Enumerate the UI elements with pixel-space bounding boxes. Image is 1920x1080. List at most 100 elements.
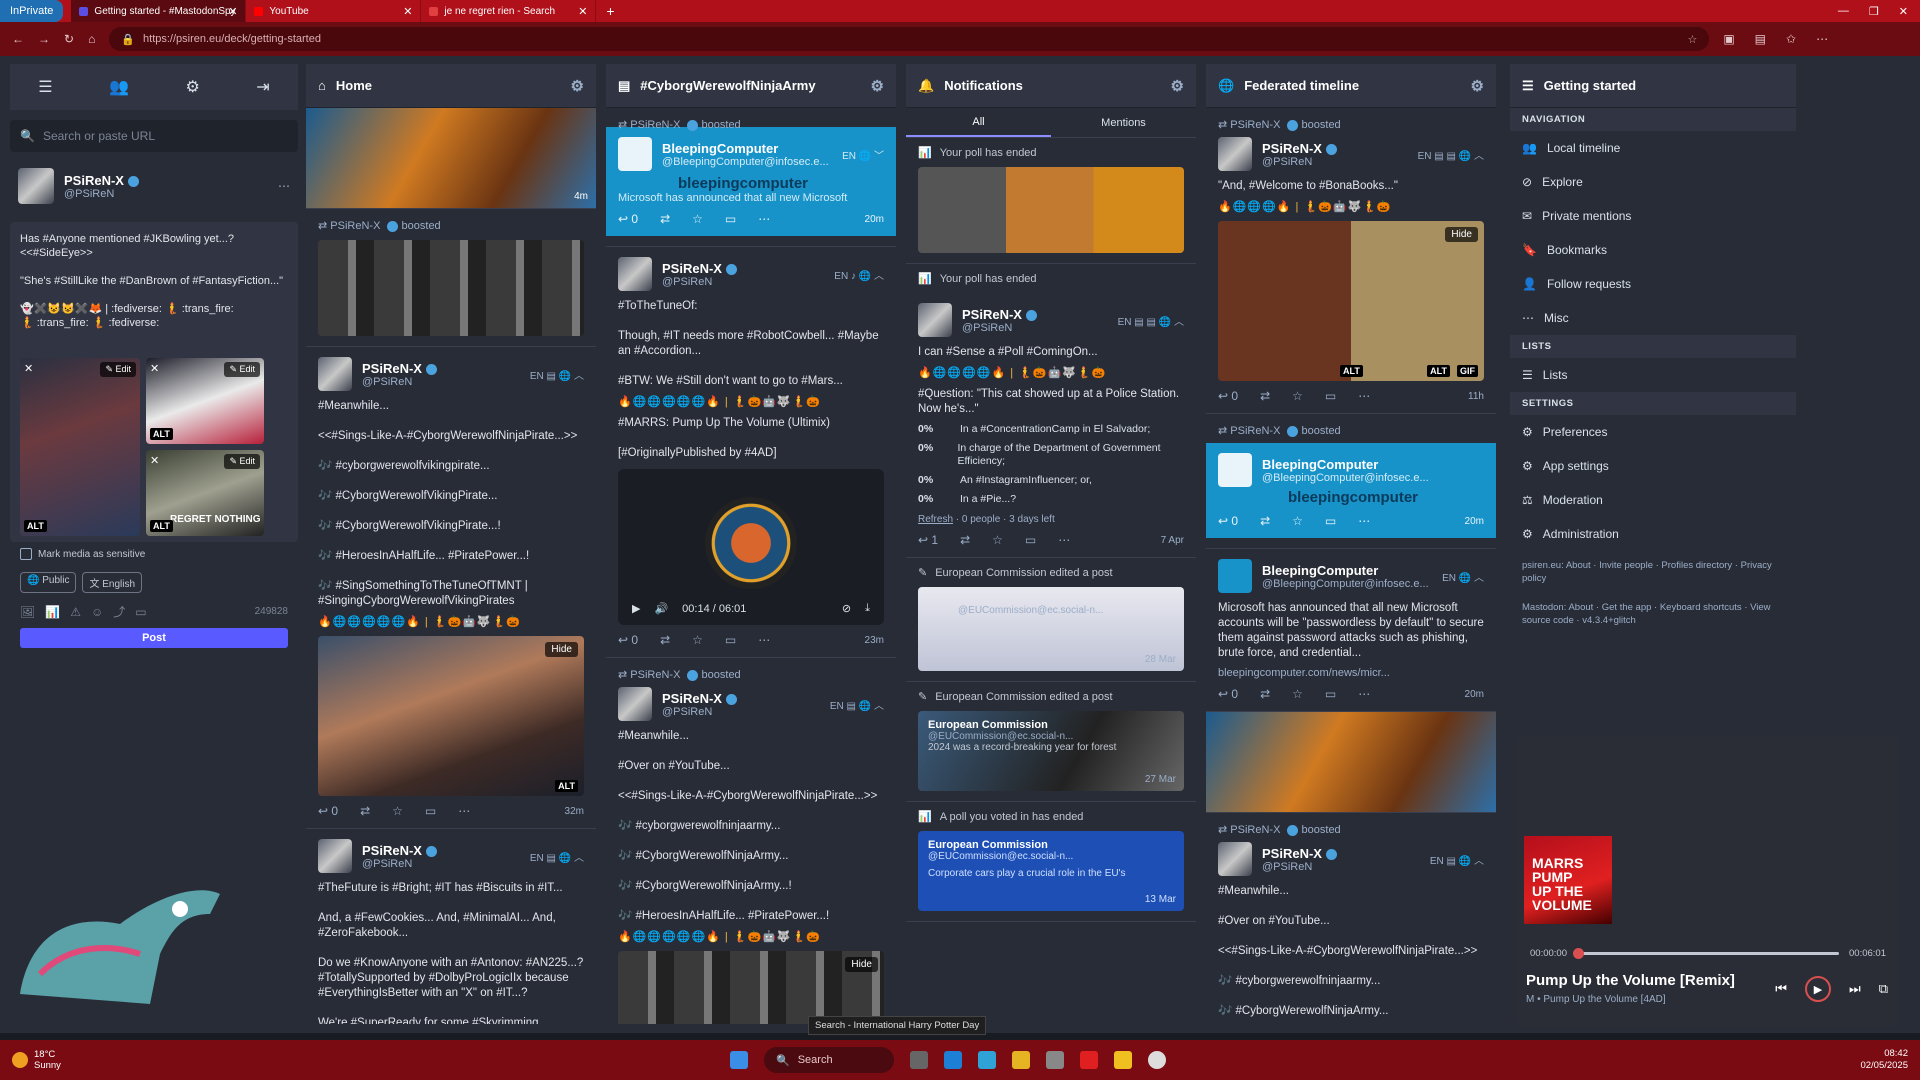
media-thumb[interactable]: ✕ ✎ Edit ALT — [146, 358, 264, 444]
more-button[interactable]: ⋯ — [1058, 533, 1070, 547]
more-button[interactable]: ⋯ — [1358, 389, 1370, 403]
status[interactable]: ⇄ PSiReN-X boosted PSiReN-X @PSiReN EN ▤… — [1206, 108, 1496, 414]
more-button[interactable]: ⋯ — [1358, 514, 1370, 528]
nav-administration[interactable]: ⚙ Administration — [1510, 517, 1796, 551]
display-name[interactable]: BleepingComputer — [662, 141, 829, 156]
nav-app-settings[interactable]: ⚙ App settings — [1510, 449, 1796, 483]
avatar[interactable] — [1218, 137, 1252, 171]
avatar[interactable] — [18, 168, 54, 204]
media-image[interactable]: Hide ALT ALT GIF — [1218, 221, 1484, 381]
nav-moderation[interactable]: ⚖ Moderation — [1510, 483, 1796, 517]
nav-follow-requests[interactable]: 👤 Follow requests — [1510, 267, 1796, 301]
tab-mentions[interactable]: Mentions — [1051, 108, 1196, 137]
app-icon[interactable] — [1080, 1051, 1098, 1069]
media-image[interactable]: Hide ALT — [318, 636, 584, 796]
media-image[interactable]: Hide — [618, 951, 884, 1024]
emoji-icon[interactable]: ☺ — [91, 605, 103, 619]
avatar[interactable] — [918, 303, 952, 337]
avatar[interactable] — [318, 839, 352, 873]
more-icon[interactable]: ⋯ — [1816, 32, 1828, 46]
remove-media-icon[interactable]: ✕ — [24, 362, 33, 375]
reply-button[interactable]: ↩ 0 — [1218, 687, 1238, 701]
reply-button[interactable]: ↩ 0 — [318, 804, 338, 818]
reply-button[interactable]: ↩ 1 — [918, 533, 938, 547]
avatar[interactable] — [1218, 842, 1252, 876]
progress-track[interactable] — [1572, 948, 1840, 959]
display-name[interactable]: PSiReN-X — [962, 307, 1022, 322]
edit-media-button[interactable]: ✎ Edit — [100, 362, 136, 377]
favourite-button[interactable]: ☆ — [1292, 687, 1303, 701]
bleeping-card[interactable]: BleepingComputer @BleepingComputer@infos… — [606, 127, 896, 236]
remove-media-icon[interactable]: ✕ — [150, 362, 159, 375]
sensitive-checkbox[interactable] — [20, 548, 32, 560]
display-name[interactable]: BleepingComputer — [1262, 563, 1429, 578]
popout-icon[interactable]: ⧉ — [1879, 981, 1888, 997]
address-bar[interactable]: 🔒 https://psiren.eu/deck/getting-started… — [109, 27, 1710, 51]
volume-icon[interactable]: 🔊 — [654, 602, 668, 615]
more-button[interactable]: ⋯ — [758, 212, 770, 226]
media-image[interactable] — [918, 167, 1184, 253]
media-app-icon[interactable] — [1148, 1051, 1166, 1069]
column-header[interactable]: 🌐 Federated timeline ⚙ — [1206, 64, 1496, 108]
favourite-button[interactable]: ☆ — [1292, 389, 1303, 403]
status[interactable]: PSiReN-X @PSiReN EN ♪ 🌐 ︿ #ToTheTuneOf: … — [606, 247, 896, 658]
collections-icon[interactable]: ▤ — [1755, 32, 1766, 46]
taskbar-search[interactable]: 🔍 Search — [764, 1047, 894, 1073]
media-thumb[interactable]: ✕ ✎ Edit ALT — [20, 358, 140, 536]
extension-icon[interactable]: ▣ — [1723, 32, 1734, 46]
bookmark-icon[interactable]: ▭ — [135, 605, 146, 619]
status[interactable]: ⇄ PSiReN-X boosted PSiReN-X @PSiReN EN ▤… — [1206, 813, 1496, 1024]
hide-media-button[interactable]: Hide — [545, 642, 578, 657]
boost-button[interactable]: ⇄ — [360, 804, 370, 818]
warning-icon[interactable]: ⚠ — [70, 605, 81, 619]
column-header[interactable]: ▤ #CyborgWerewolfNinjaArmy ⚙ — [606, 64, 896, 108]
windows-start-icon[interactable] — [730, 1051, 748, 1069]
bookmark-button[interactable]: ▭ — [425, 804, 436, 818]
media-image[interactable]: European Commission @EUCommission@ec.soc… — [918, 711, 1184, 791]
status[interactable]: PSiReN-X @PSiReN EN ▤ ▤ 🌐 ︿ I can #Sense… — [906, 293, 1196, 558]
download-icon[interactable]: ⤓ — [865, 602, 870, 615]
media-image[interactable]: @EUCommission@ec.social-n... 28 Mar — [918, 587, 1184, 671]
status[interactable]: ⇄ PSiReN-X boosted — [306, 209, 596, 347]
refresh-icon[interactable]: ↻ — [64, 32, 74, 46]
avatar[interactable] — [318, 357, 352, 391]
bookmark-button[interactable]: ▭ — [1325, 687, 1336, 701]
favourite-button[interactable]: ☆ — [992, 533, 1003, 547]
search-input[interactable]: 🔍 Search or paste URL — [10, 120, 298, 152]
avatar[interactable] — [618, 137, 652, 171]
favorite-star-icon[interactable]: ☆ — [1687, 33, 1697, 46]
post-button[interactable]: Post — [20, 628, 288, 648]
browser-tab-youtube[interactable]: YouTube ✕ — [246, 0, 422, 22]
back-icon[interactable]: ← — [12, 32, 24, 46]
bookmark-button[interactable]: ▭ — [1325, 389, 1336, 403]
app-icon[interactable] — [1046, 1051, 1064, 1069]
upload-icon[interactable]: 🖼 — [20, 605, 35, 619]
column-header[interactable]: 🔔 Notifications ⚙ — [906, 64, 1196, 108]
task-view-icon[interactable] — [910, 1051, 928, 1069]
nav-local-timeline[interactable]: 👥 Local timeline — [1510, 131, 1796, 165]
play-button[interactable]: ▶ — [1805, 976, 1831, 1002]
play-icon[interactable]: ▶ — [632, 602, 640, 615]
boost-button[interactable]: ⇄ — [1260, 514, 1270, 528]
compose-textarea[interactable]: Has #Anyone mentioned #JKBowling yet...?… — [20, 232, 288, 352]
media-image[interactable] — [318, 240, 584, 336]
column-settings-icon[interactable]: ⚙ — [571, 77, 584, 95]
close-icon[interactable]: ✕ — [228, 5, 237, 18]
maximize-icon[interactable]: ❐ — [1869, 5, 1879, 18]
refresh-link[interactable]: Refresh — [918, 514, 953, 525]
nav-private-mentions[interactable]: ✉ Private mentions — [1510, 199, 1796, 233]
share-icon[interactable]: ⤴ — [113, 603, 125, 620]
bookmark-button[interactable]: ▭ — [725, 212, 736, 226]
status[interactable] — [906, 167, 1196, 264]
reply-button[interactable]: ↩ 0 — [1218, 514, 1238, 528]
status[interactable]: ⇄ PSiReN-X boosted PSiReN-X @PSiReN EN ▤… — [606, 658, 896, 1024]
status[interactable]: European Commission @EUCommission@ec.soc… — [906, 831, 1196, 922]
display-name[interactable]: PSiReN-X — [1262, 141, 1322, 156]
status[interactable]: European Commission @EUCommission@ec.soc… — [906, 711, 1196, 802]
avatar[interactable] — [618, 687, 652, 721]
avatar[interactable] — [1218, 559, 1252, 593]
favourite-button[interactable]: ☆ — [692, 212, 703, 226]
more-button[interactable]: ⋯ — [458, 804, 470, 818]
minimize-icon[interactable]: — — [1838, 5, 1849, 18]
more-button[interactable]: ⋯ — [1358, 687, 1370, 701]
